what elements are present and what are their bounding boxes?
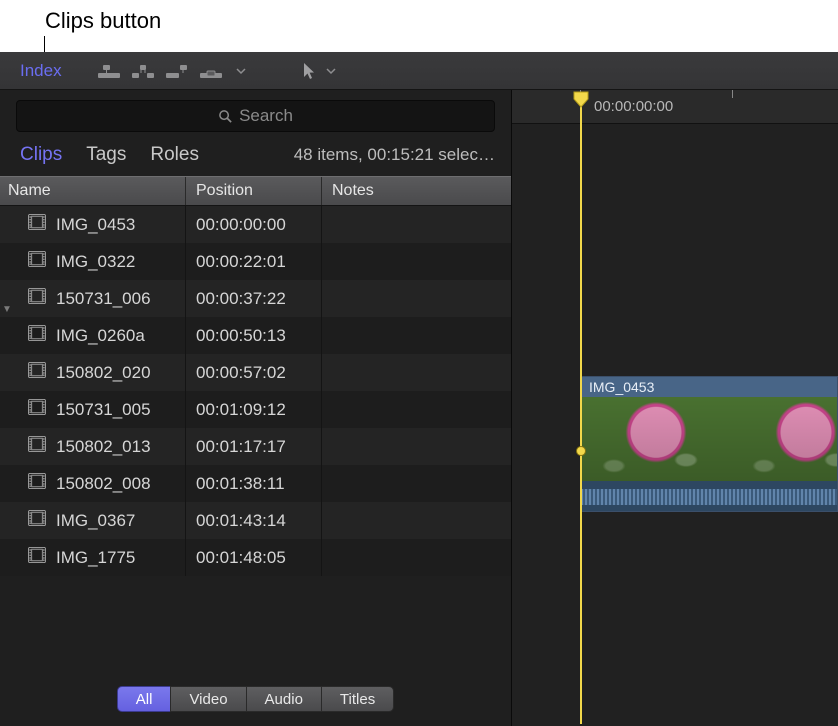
table-row[interactable]: IMG_1775 00:01:48:05 [0,539,511,576]
index-tabs: Clips Tags Roles 48 items, 00:15:21 sele… [0,140,511,176]
search-container: Search [0,90,511,140]
filter-segment: All Video Audio Titles [0,676,511,726]
table-row[interactable]: 150802_013 00:01:17:17 [0,428,511,465]
index-panel: Search Clips Tags Roles 48 items, 00:15:… [0,90,512,726]
thumbnail-image [581,397,731,481]
film-icon [28,399,46,420]
film-icon [28,510,46,531]
filter-all[interactable]: All [117,686,172,712]
film-icon [28,362,46,383]
audio-waveform [581,481,837,512]
status-text: 48 items, 00:15:21 selec… [294,145,495,165]
index-button[interactable]: Index [12,58,70,84]
timeline-clip[interactable]: IMG_0453 [580,376,838,512]
cell-name: IMG_0367 [0,502,186,539]
cell-position: 00:00:22:01 [186,243,322,280]
timeline-ruler[interactable]: 00:00:00:00 [512,90,838,124]
table-row[interactable]: IMG_0322 00:00:22:01 [0,243,511,280]
clip-name: IMG_1775 [56,548,135,568]
clip-name: 150802_013 [56,437,151,457]
header-name[interactable]: Name [0,177,186,205]
clips-table: IMG_045300:00:00:00IMG_032200:00:22:0115… [0,206,511,676]
cell-position: 00:00:37:22 [186,280,322,317]
clip-label: IMG_0453 [581,377,837,397]
clip-name: IMG_0453 [56,215,135,235]
table-row[interactable]: 150802_008 00:01:38:11 [0,465,511,502]
film-icon [28,325,46,346]
cell-name: IMG_1775 [0,539,186,576]
header-notes[interactable]: Notes [322,177,511,205]
tab-tags[interactable]: Tags [86,144,126,166]
ruler-tick [732,90,733,98]
cell-name: 150802_008 [0,465,186,502]
ruler-tick [580,90,581,98]
timeline[interactable]: 00:00:00:00 IMG_0453 [512,90,838,726]
clip-name: IMG_0260a [56,326,145,346]
cell-name: 150731_006 [0,280,186,317]
clip-name: 150802_020 [56,363,151,383]
cell-name: 150802_013 [0,428,186,465]
connect-clip-icon[interactable] [96,60,122,82]
filter-titles[interactable]: Titles [321,686,394,712]
cell-name: IMG_0322 [0,243,186,280]
film-icon [28,288,46,309]
cell-position: 00:00:57:02 [186,354,322,391]
header-position[interactable]: Position [186,177,322,205]
search-placeholder: Search [239,106,293,126]
timecode-label: 00:00:00:00 [594,98,673,115]
cell-position: 00:01:38:11 [186,465,322,502]
table-headers: Name Position Notes [0,176,511,206]
cell-position: 00:00:00:00 [186,206,322,243]
cell-name: IMG_0453 [0,206,186,243]
skimmer-marker-icon[interactable] [576,446,586,456]
append-clip-icon[interactable] [164,60,190,82]
film-icon [28,214,46,235]
cell-name: 150731_005 [0,391,186,428]
thumbnail-image [731,397,838,481]
insert-clip-icon[interactable] [130,60,156,82]
film-icon [28,473,46,494]
table-row[interactable]: 150731_006 00:00:37:22 [0,280,511,317]
clip-name: IMG_0367 [56,511,135,531]
select-tool-group [296,60,344,82]
table-row[interactable]: 150802_020 00:00:57:02 [0,354,511,391]
film-icon [28,251,46,272]
overwrite-clip-icon[interactable] [198,60,224,82]
chevron-down-icon[interactable] [228,60,254,82]
cell-name: IMG_0260a [0,317,186,354]
chevron-down-icon[interactable] [318,60,344,82]
table-row[interactable]: IMG_0367 00:01:43:14 [0,502,511,539]
film-icon [28,436,46,457]
clip-name: 150802_008 [56,474,151,494]
cell-position: 00:01:48:05 [186,539,322,576]
film-icon [28,547,46,568]
tab-roles[interactable]: Roles [150,144,199,166]
search-icon [218,109,233,124]
edit-tool-group [96,60,254,82]
clip-name: 150731_006 [56,289,151,309]
cell-name: 150802_020 [0,354,186,391]
disclosure-triangle-icon[interactable]: ▼ [2,304,12,315]
table-row[interactable]: IMG_0453 00:00:00:00 [0,206,511,243]
callout-label: Clips button [45,8,161,34]
tab-clips[interactable]: Clips [20,144,62,166]
main-row: Search Clips Tags Roles 48 items, 00:15:… [0,90,838,726]
cell-position: 00:00:50:13 [186,317,322,354]
clip-name: IMG_0322 [56,252,135,272]
filter-video[interactable]: Video [170,686,246,712]
top-toolbar: Index [0,52,838,90]
table-row[interactable]: IMG_0260a 00:00:50:13 [0,317,511,354]
cell-position: 00:01:43:14 [186,502,322,539]
cell-position: 00:01:17:17 [186,428,322,465]
search-input[interactable]: Search [16,100,495,132]
table-row[interactable]: 150731_005 00:01:09:12 [0,391,511,428]
filter-audio[interactable]: Audio [246,686,322,712]
clip-name: 150731_005 [56,400,151,420]
cell-position: 00:01:09:12 [186,391,322,428]
clip-thumbnails [581,397,837,481]
app-window: Index [0,52,838,726]
